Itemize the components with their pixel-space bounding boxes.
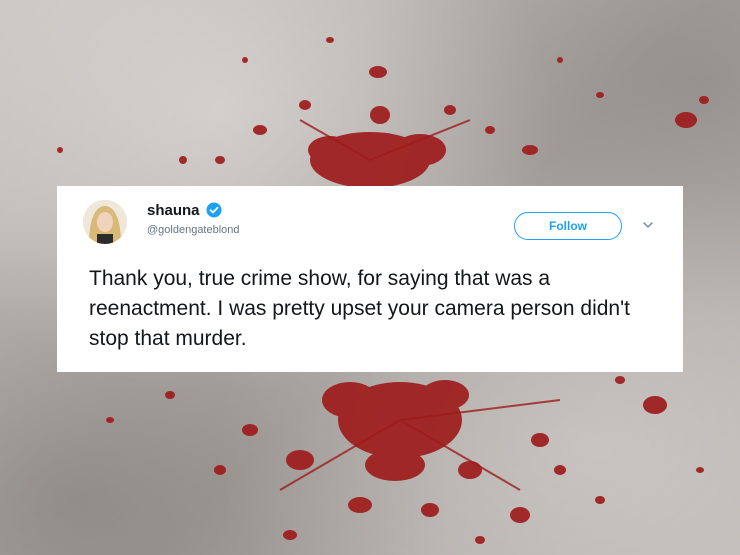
- tweet-text: Thank you, true crime show, for saying t…: [89, 267, 630, 350]
- verified-badge-icon: [206, 202, 222, 218]
- tweet-card: shauna @goldengateblond Follow Thank you…: [57, 186, 683, 372]
- user-handle[interactable]: @goldengateblond: [147, 224, 240, 236]
- user-identity: shauna: [147, 200, 222, 220]
- display-name[interactable]: shauna: [147, 202, 200, 219]
- follow-button[interactable]: Follow: [514, 212, 622, 240]
- profile-photo: [83, 200, 127, 244]
- avatar[interactable]: [83, 200, 127, 244]
- chevron-down-icon[interactable]: [641, 218, 655, 232]
